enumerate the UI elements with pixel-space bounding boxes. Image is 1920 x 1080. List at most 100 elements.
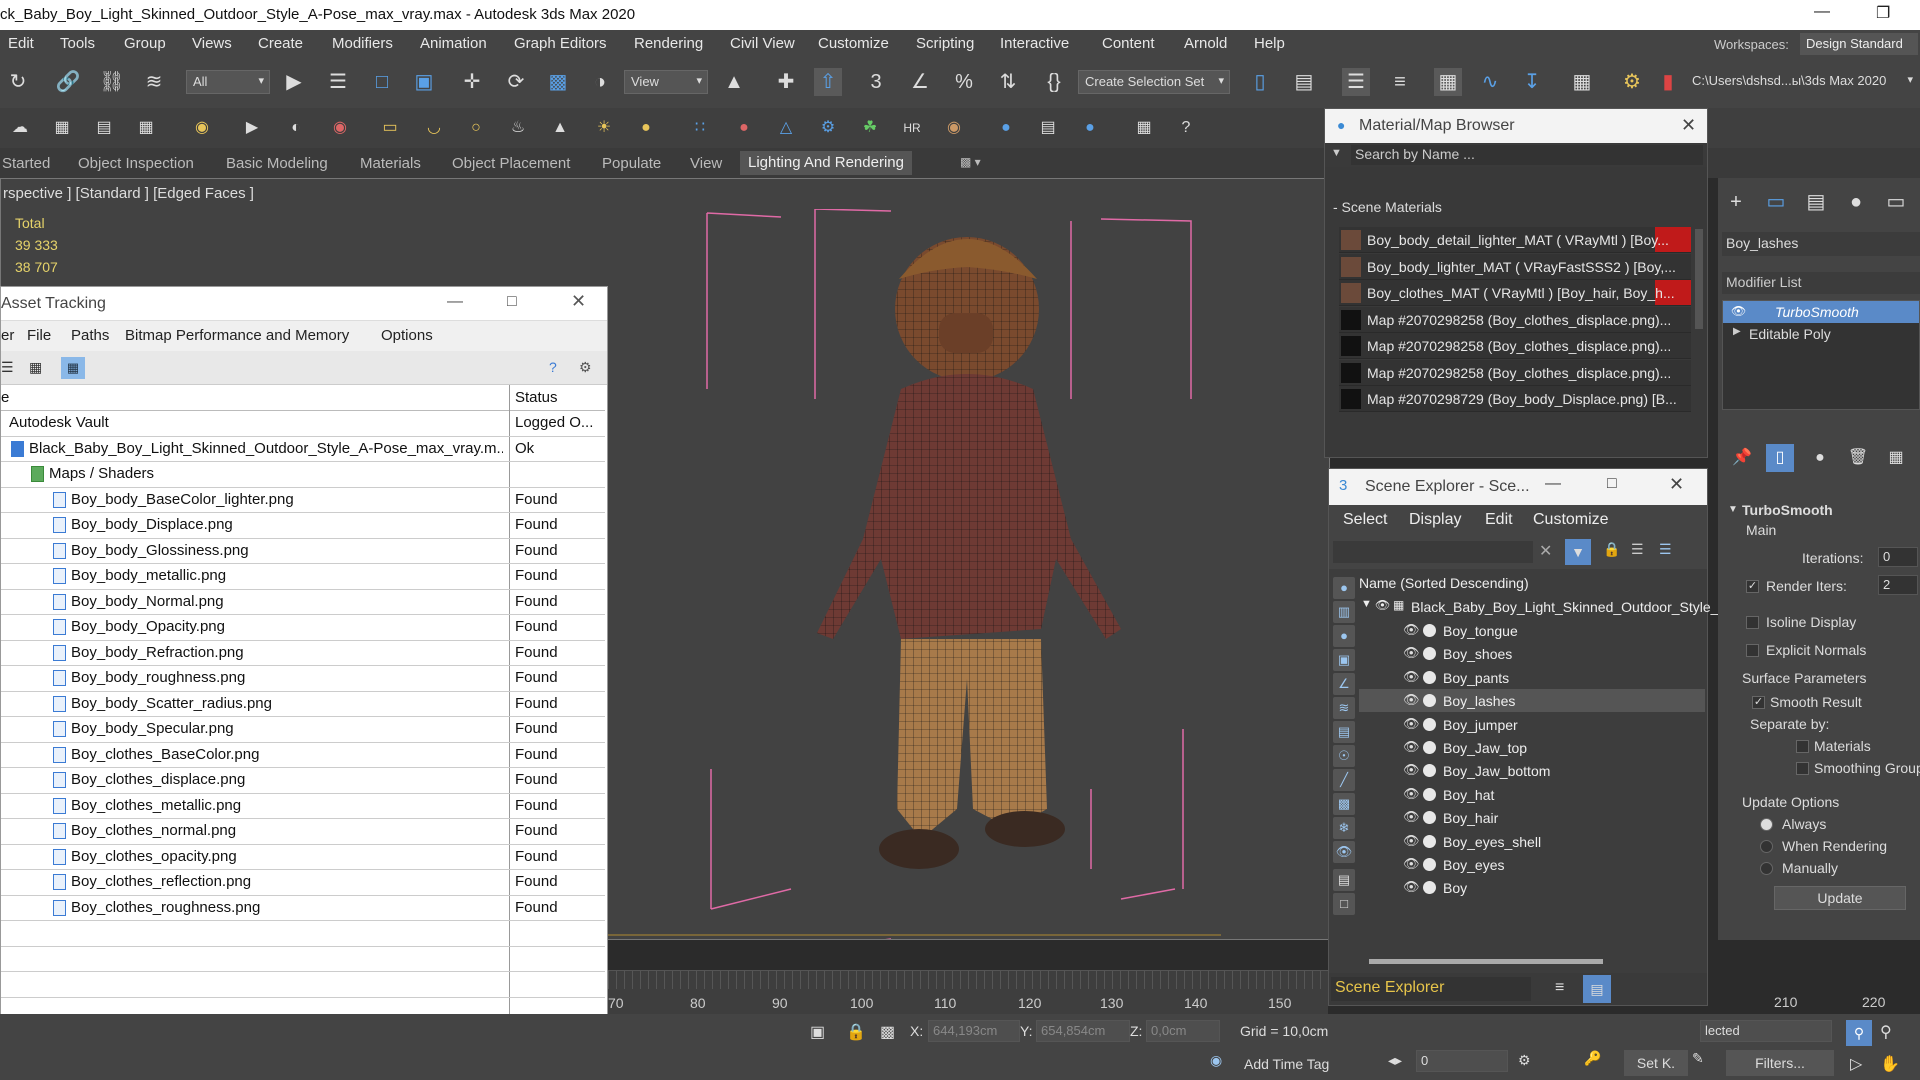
zoom-icon[interactable]: ⚲ [1846,1020,1872,1046]
asset-row[interactable]: Boy_body_Opacity.png Found [1,615,605,641]
spinner-snap-icon[interactable]: ⇅ [994,68,1022,96]
display-cameras-icon[interactable]: ▣ [1333,649,1355,671]
image-icon[interactable]: ▦ [29,359,42,376]
eye-icon[interactable]: 👁 [1403,669,1420,685]
display-tab-icon[interactable]: ▭ [1882,188,1910,216]
eye-icon[interactable]: 👁 [1403,692,1420,708]
menu-animation[interactable]: Animation [420,35,487,52]
maximize-icon[interactable]: □ [1607,475,1617,493]
scene-root-row[interactable]: ▼ 👁 ▦ Black_Baby_Boy_Light_Skinned_Outdo… [1359,595,1718,618]
filter-icon[interactable]: ▼ [1565,539,1591,565]
sun-icon[interactable]: ☀ [590,114,618,142]
asset-row[interactable]: Boy_clothes_roughness.png Found [1,895,605,921]
modifier-turbosmooth[interactable]: 👁 TurboSmooth [1723,301,1919,323]
material-item[interactable]: Boy_body_lighter_MAT ( VRayFastSSS2 ) [B… [1339,253,1691,280]
select-manipulate-icon[interactable]: ✚ [772,68,800,96]
eye-icon[interactable]: 👁 [1403,762,1420,778]
absolute-mode-icon[interactable]: ▩ [880,1022,895,1042]
set-key-icon[interactable]: 🔑 [1584,1050,1601,1067]
viewport-label[interactable]: rspective ] [Standard ] [Edged Faces ] [3,185,254,202]
minimize-icon[interactable]: — [1545,475,1561,493]
menu-help[interactable]: Help [1254,35,1285,52]
material-item[interactable]: Map #2070298258 (Boy_clothes_displace.pn… [1339,306,1691,333]
menu-tools[interactable]: Tools [60,35,95,52]
scene-materials-section[interactable]: - Scene Materials [1333,199,1442,215]
list-icon[interactable]: ☰ [1,359,14,376]
asset-row[interactable]: Maps / Shaders [1,462,605,488]
eye-icon[interactable]: 👁 [1403,786,1420,802]
filter-input[interactable] [1333,541,1533,563]
asset-row[interactable]: Autodesk Vault Logged O... [1,411,605,437]
scene-object-row[interactable]: 👁 Boy [1359,876,1705,899]
asset-row[interactable]: Black_Baby_Boy_Light_Skinned_Outdoor_Sty… [1,436,605,462]
menu-group[interactable]: Group [124,35,166,52]
reference-coord-dropdown[interactable]: View [624,70,708,94]
select-object-icon[interactable]: ▶ [280,68,308,96]
turbosmooth-rollout-title[interactable]: TurboSmooth [1742,502,1833,518]
asset-row[interactable]: Boy_clothes_opacity.png Found [1,844,605,870]
filters-button[interactable]: Filters... [1726,1050,1834,1076]
teapot-icon[interactable]: ● [1076,114,1104,142]
display-geometry-icon[interactable]: ● [1333,577,1355,599]
render-region-icon[interactable]: ▤ [1034,114,1062,142]
menu-edit[interactable]: Edit [1485,511,1513,529]
scene-object-row[interactable]: 👁 Boy_pants [1359,666,1705,689]
when-rendering-radio[interactable] [1760,840,1773,853]
isolate-icon[interactable]: ▣ [810,1022,825,1042]
menu-modifiers[interactable]: Modifiers [332,35,393,52]
toggle-scene-explorer-icon[interactable]: ☰ [1342,68,1370,96]
menu-edit[interactable]: Edit [8,35,34,52]
display-frozen-icon[interactable]: ❄ [1333,817,1355,839]
film-icon[interactable]: ◉ [326,114,354,142]
mirror-icon[interactable]: ▯ [1246,68,1274,96]
select-by-name-icon[interactable]: ☰ [324,68,352,96]
menu-display[interactable]: Display [1409,511,1461,529]
update-button[interactable]: Update [1774,886,1906,910]
eye-icon[interactable]: 👁 [1403,739,1420,755]
ambient-light-icon[interactable]: ● [632,114,660,142]
character-model[interactable] [601,209,1221,939]
material-item[interactable]: Map #2070298258 (Boy_clothes_displace.pn… [1339,359,1691,386]
menu-graph-editors[interactable]: Graph Editors [514,35,607,52]
z-coordinate-field[interactable]: 0,0cm [1146,1020,1220,1042]
video-icon[interactable]: ▶ [238,114,266,142]
tab-materials[interactable]: Materials [360,155,421,172]
material-ball-icon[interactable]: ● [992,114,1020,142]
remove-modifier-icon[interactable]: 🗑 [1844,444,1872,472]
make-unique-icon[interactable]: ● [1806,444,1834,472]
key-filter-icon[interactable]: ✎ [1692,1050,1704,1067]
grid-dots-icon[interactable]: ∷ [686,114,714,142]
selection-dropdown[interactable]: lected [1700,1020,1832,1042]
eye-icon[interactable]: 👁 [1403,716,1420,732]
calendar-icon[interactable]: ▦ [132,114,160,142]
material-item[interactable]: Map #2070298258 (Boy_clothes_displace.pn… [1339,333,1691,359]
expand-icon[interactable]: ▶ [1733,326,1741,337]
menu-views[interactable]: Views [192,35,232,52]
frame-buffer-icon[interactable]: ▦ [1130,114,1158,142]
hierarchy-icon[interactable]: ☰ [1631,541,1644,558]
modifier-list-dropdown[interactable]: Modifier List [1722,272,1920,294]
scene-object-row[interactable]: 👁 Boy_eyes [1359,853,1705,876]
material-editor-icon[interactable]: ▦ [1568,68,1596,96]
eye-icon[interactable]: 👁 [1731,304,1746,318]
material-item[interactable]: Boy_body_detail_lighter_MAT ( VRayMtl ) … [1339,227,1691,253]
tab-view[interactable]: View [690,155,722,172]
menu-rendering[interactable]: Rendering [634,35,703,52]
menu-customize[interactable]: Customize [1533,511,1609,529]
eye-icon[interactable]: 👁 [1403,622,1420,638]
asset-row[interactable]: Boy_body_Normal.png Found [1,589,605,615]
material-item[interactable]: Boy_clothes_MAT ( VRayMtl ) [Boy_hair, B… [1339,280,1691,306]
project-path-dropdown[interactable]: C:\Users\dshsd...ы\3ds Max 2020 [1686,70,1918,94]
tent-icon[interactable]: △ [772,114,800,142]
ribbon-toggle-icon[interactable]: ▦ [1434,68,1462,96]
collapse-rollout-icon[interactable]: ▼ [1728,504,1738,515]
lock-icon[interactable]: 🔒 [1603,541,1620,558]
scene-object-row[interactable]: 👁 Boy_Jaw_bottom [1359,759,1705,782]
explicit-normals-checkbox[interactable] [1746,644,1759,657]
menu-paths[interactable]: Paths [71,327,109,344]
sphere-light-icon[interactable]: ○ [462,114,490,142]
scene-object-row[interactable]: 👁 Boy_Jaw_top [1359,736,1705,759]
angle-snap-icon[interactable]: ∠ [906,68,934,96]
scene-object-row[interactable]: 👁 Boy_eyes_shell [1359,830,1705,853]
spot-light-icon[interactable]: ▲ [546,114,574,142]
